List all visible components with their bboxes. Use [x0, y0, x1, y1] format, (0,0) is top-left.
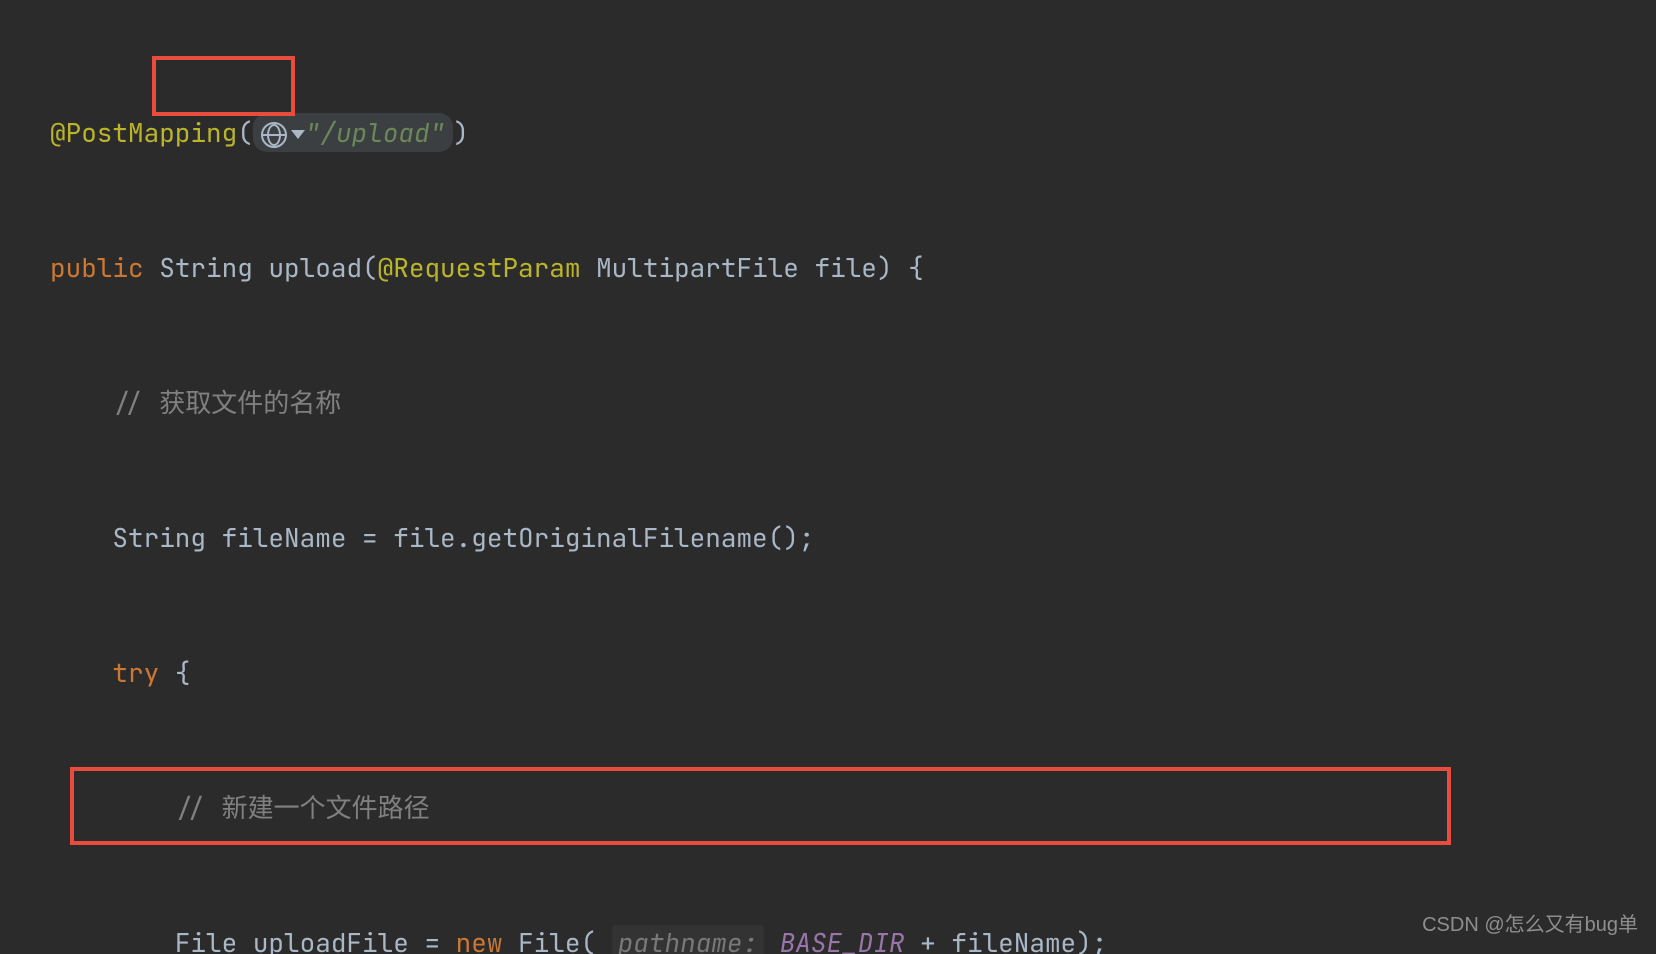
comment: // 获取文件的名称	[112, 385, 341, 420]
code-line: try {	[50, 650, 1606, 695]
chevron-down-icon	[291, 130, 305, 139]
code-line: // 新建一个文件路径	[50, 785, 1606, 830]
code-line: @PostMapping("/upload")	[50, 110, 1606, 155]
comment: // 新建一个文件路径	[175, 790, 430, 825]
code-editor[interactable]: @PostMapping("/upload") public String up…	[0, 0, 1656, 954]
globe-icon	[261, 122, 287, 148]
code-line: File uploadFile = new File( pathname: BA…	[50, 920, 1606, 954]
url-mapping-pill[interactable]: "/upload"	[253, 113, 453, 152]
watermark: CSDN @怎么又有bug单	[1422, 903, 1638, 948]
parameter-hint: pathname:	[612, 925, 764, 954]
code-line: // 获取文件的名称	[50, 380, 1606, 425]
code-line: public String upload(@RequestParam Multi…	[50, 245, 1606, 290]
return-type: String	[159, 250, 253, 285]
code-line: String fileName = file.getOriginalFilena…	[50, 515, 1606, 560]
annotation: @PostMapping	[50, 115, 237, 150]
